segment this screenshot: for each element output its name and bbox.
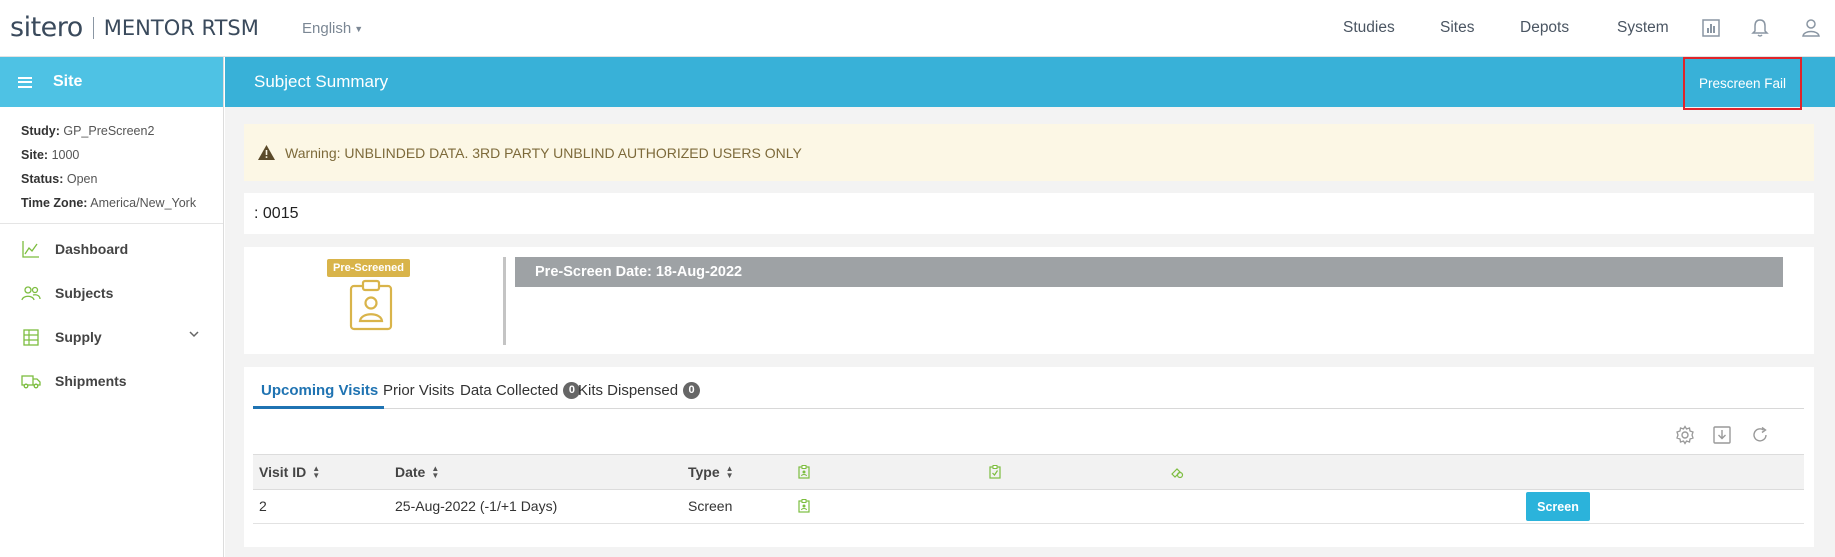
- site-info: Study: GP_PreScreen2 Site: 1000 Status: …: [0, 107, 223, 224]
- clipboard-icon: [798, 465, 810, 479]
- logo-product: MENTOR RTSM: [103, 15, 259, 40]
- logo[interactable]: sitero MENTOR RTSM: [10, 12, 259, 43]
- cell-visit-id: 2: [259, 498, 267, 514]
- tab-upcoming-visits[interactable]: Upcoming Visits: [261, 382, 378, 399]
- tab-kits-dispensed[interactable]: Kits Dispensed 0: [578, 382, 701, 399]
- subject-id: : 0015: [244, 193, 1814, 234]
- report-icon[interactable]: [1700, 17, 1722, 39]
- page-header: Subject Summary Prescreen Fail: [225, 57, 1835, 110]
- tab-data-collected[interactable]: Data Collected 0: [460, 382, 581, 399]
- sidebar-item-shipments[interactable]: Shipments: [0, 359, 223, 403]
- hamburger-menu-icon[interactable]: [18, 76, 32, 88]
- prescreen-fail-button[interactable]: Prescreen Fail: [1683, 57, 1802, 110]
- subject-status-card: Pre-Screened Pre-Screen Date: 18-Aug-202…: [244, 247, 1814, 354]
- sidebar-item-supply[interactable]: Supply: [0, 315, 223, 359]
- table-row: 2 25-Aug-2022 (-1/+1 Days) Screen Screen: [253, 490, 1804, 524]
- column-header-visit-id[interactable]: Visit ID ▲ ▼: [259, 464, 320, 480]
- user-icon[interactable]: [1800, 17, 1822, 39]
- kit-icon: [1171, 468, 1184, 479]
- sort-icon: ▲ ▼: [312, 464, 321, 480]
- clipboard-person-icon: [349, 279, 393, 331]
- info-site: Site: 1000: [21, 148, 80, 162]
- warning-icon: [258, 145, 275, 160]
- caret-down-icon: ▼: [354, 24, 364, 34]
- clipboard-check-icon: [989, 465, 1001, 479]
- column-header-type[interactable]: Type ▲ ▼: [688, 464, 734, 480]
- tab-prior-visits[interactable]: Prior Visits: [383, 382, 454, 399]
- table-header: Visit ID ▲ ▼ Date ▲ ▼ Type ▲ ▼: [253, 454, 1804, 490]
- warning-banner: Warning: UNBLINDED DATA. 3RD PARTY UNBLI…: [244, 124, 1814, 181]
- sidebar-header: Site: [0, 57, 223, 107]
- supply-icon: [23, 329, 39, 346]
- truck-icon: [21, 375, 41, 389]
- tab-bar: Upcoming Visits Prior Visits Data Collec…: [253, 367, 1804, 409]
- logo-divider: [92, 16, 94, 39]
- info-status: Status: Open: [21, 172, 98, 186]
- language-label: English: [302, 20, 352, 37]
- visits-table: Visit ID ▲ ▼ Date ▲ ▼ Type ▲ ▼ 2 25-Aug-…: [253, 454, 1804, 524]
- info-study: Study: GP_PreScreen2: [21, 124, 155, 138]
- status-badge: Pre-Screened: [327, 259, 410, 277]
- count-badge: 0: [683, 382, 701, 399]
- sidebar-item-dashboard[interactable]: Dashboard: [0, 227, 223, 271]
- page-title: Subject Summary: [254, 72, 389, 91]
- download-icon[interactable]: [1712, 425, 1732, 445]
- main-content: Subject Summary Prescreen Fail Warning: …: [225, 57, 1835, 557]
- logo-brand: sitero: [10, 12, 83, 43]
- prescreen-date-bar: Pre-Screen Date: 18-Aug-2022: [515, 257, 1783, 287]
- cell-type: Screen: [688, 498, 733, 514]
- info-timezone: Time Zone: America/New_York: [21, 196, 197, 210]
- sidebar-item-subjects[interactable]: Subjects: [0, 271, 223, 315]
- nav-system[interactable]: System: [1617, 19, 1669, 37]
- cell-date: 25-Aug-2022 (-1/+1 Days): [395, 498, 558, 514]
- sort-icon: ▲ ▼: [431, 464, 440, 480]
- active-tab-indicator: [253, 406, 384, 409]
- sidebar-item-label: Dashboard: [55, 241, 129, 257]
- language-selector[interactable]: English ▼: [302, 20, 363, 37]
- sidebar: Site Study: GP_PreScreen2 Site: 1000 Sta…: [0, 57, 224, 557]
- gear-icon[interactable]: [1675, 425, 1695, 445]
- column-header-date[interactable]: Date ▲ ▼: [395, 464, 439, 480]
- top-bar: sitero MENTOR RTSM English ▼ Studies Sit…: [0, 0, 1835, 57]
- refresh-icon[interactable]: [1750, 425, 1770, 445]
- screen-button[interactable]: Screen: [1526, 492, 1590, 521]
- people-icon: [21, 286, 41, 301]
- nav-sites[interactable]: Sites: [1440, 19, 1474, 37]
- warning-text: Warning: UNBLINDED DATA. 3RD PARTY UNBLI…: [285, 144, 802, 161]
- chevron-down-icon[interactable]: [189, 331, 199, 338]
- chart-icon: [22, 241, 39, 258]
- sidebar-item-label: Subjects: [55, 285, 114, 301]
- nav-depots[interactable]: Depots: [1520, 19, 1569, 37]
- divider: [503, 257, 506, 345]
- clipboard-icon[interactable]: [798, 499, 810, 513]
- sidebar-title: Site: [53, 73, 83, 90]
- sort-icon: ▲ ▼: [725, 464, 734, 480]
- sidebar-item-label: Shipments: [55, 373, 127, 389]
- sidebar-item-label: Supply: [55, 329, 102, 345]
- nav-studies[interactable]: Studies: [1343, 19, 1395, 37]
- visits-card: Upcoming Visits Prior Visits Data Collec…: [244, 367, 1814, 547]
- bell-icon[interactable]: [1749, 17, 1771, 39]
